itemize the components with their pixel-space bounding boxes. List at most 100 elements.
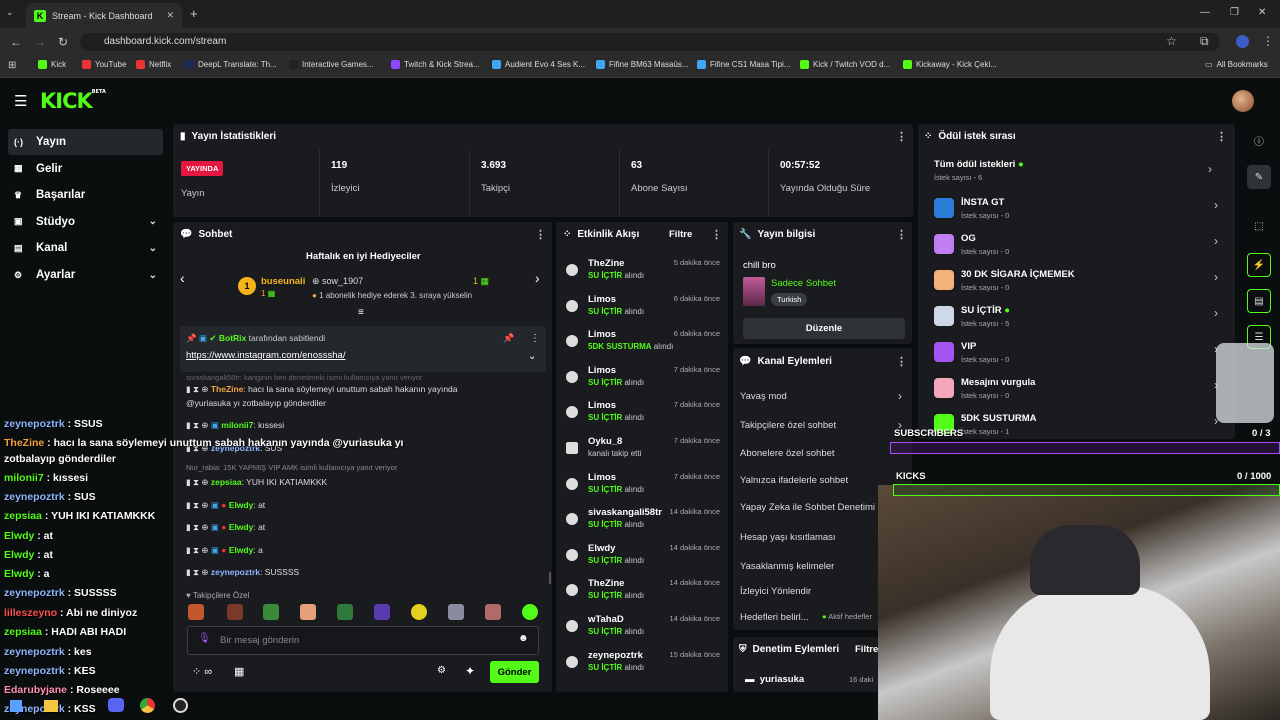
bookmark-item[interactable]: YouTube xyxy=(82,60,126,69)
activity-user[interactable]: sivaskangali58tr xyxy=(588,507,662,518)
bookmark-item[interactable]: Interactive Games... xyxy=(289,60,374,69)
nav-item-0[interactable]: (·) Yayın xyxy=(8,129,163,155)
streaminfo-menu-icon[interactable]: ⋮ xyxy=(896,228,907,241)
reward-request-item[interactable]: 5DK SUSTURMA İstek sayısı - 1 › xyxy=(928,410,1218,444)
restore-icon[interactable]: ❐ xyxy=(1230,7,1239,18)
channel-action-item[interactable]: Hedefleri belirl... xyxy=(740,612,809,623)
window-close-icon[interactable]: ✕ xyxy=(1258,7,1266,18)
back-icon[interactable]: ← xyxy=(10,35,22,49)
bookmark-item[interactable]: Kick xyxy=(38,60,66,69)
channel-action-item[interactable]: Yasaklanmış kelimeler xyxy=(740,561,834,572)
bookmark-item[interactable]: Kick / Twitch VOD d... xyxy=(800,60,890,69)
reload-icon[interactable]: ↻ xyxy=(58,35,68,49)
bookmark-item[interactable]: Fifine BM63 Masaüs... xyxy=(596,60,689,69)
bookmark-star-icon[interactable]: ☆ xyxy=(1166,34,1177,48)
chrome-icon[interactable] xyxy=(140,698,155,713)
rewards-menu-icon[interactable]: ⋮ xyxy=(1216,130,1227,143)
channel-action-item[interactable]: Yavaş mod xyxy=(740,391,787,402)
emote-3[interactable] xyxy=(263,604,279,620)
pinned-link[interactable]: https://www.instagram.com/enosssha/ xyxy=(186,350,345,361)
mod-filter-button[interactable]: Filtre xyxy=(855,644,878,655)
bookmark-item[interactable]: Kickaway - Kick Çeki... xyxy=(903,60,997,69)
reward-request-item[interactable]: 30 DK SİGARA İÇMEMEK İstek sayısı - 0 › xyxy=(928,266,1218,300)
chat-username[interactable]: milonii7 xyxy=(221,420,253,430)
channel-action-item[interactable]: Abonelere özel sohbet xyxy=(740,448,835,459)
chat-menu-icon[interactable]: ⋮ xyxy=(535,228,546,241)
nav-item-1[interactable]: ▦ Gelir xyxy=(8,156,163,182)
bookmark-item[interactable]: DeepL Translate: Th... xyxy=(185,60,277,69)
obs-icon[interactable] xyxy=(173,698,188,713)
chat-username[interactable]: Elwdy xyxy=(229,500,254,510)
channel-action-item[interactable]: Hesap yaşı kısıtlaması xyxy=(740,532,836,543)
emote-9[interactable] xyxy=(485,604,501,620)
activity-user[interactable]: wTahaD xyxy=(588,614,624,625)
emote-2[interactable] xyxy=(227,604,243,620)
chevron-right-icon[interactable]: › xyxy=(1214,198,1218,212)
bookmark-item[interactable]: Fifine CS1 Masa Tipi... xyxy=(697,60,790,69)
channel-action-item[interactable]: Takipçilere özel sohbet xyxy=(740,420,836,431)
chat-username[interactable]: TheZine xyxy=(211,384,244,394)
emote-4[interactable] xyxy=(300,604,316,620)
activity-user[interactable]: Limos xyxy=(588,365,616,376)
explorer-icon[interactable] xyxy=(44,700,58,712)
chevron-right-icon[interactable]: › xyxy=(1214,270,1218,284)
all-requests-arrow-icon[interactable]: › xyxy=(1208,162,1212,176)
pin-icon[interactable]: 📌 xyxy=(503,333,514,344)
activity-user[interactable]: Limos xyxy=(588,329,616,340)
send-button[interactable]: Gönder xyxy=(490,661,539,683)
new-tab-icon[interactable]: + xyxy=(190,6,198,21)
capture-icon[interactable]: ⬚ xyxy=(1247,214,1271,238)
emote-6[interactable] xyxy=(374,604,390,620)
emote-10[interactable] xyxy=(522,604,538,620)
info-icon[interactable]: ⓘ xyxy=(1247,128,1271,152)
flash-icon[interactable]: ⚡ xyxy=(1247,253,1271,277)
channel-actions-menu-icon[interactable]: ⋮ xyxy=(896,355,907,368)
chat-settings-icon[interactable]: ⚙ xyxy=(437,665,446,676)
chevron-down-icon[interactable]: ⌄ xyxy=(149,216,157,227)
channel-points[interactable]: ⁘ ∞ xyxy=(192,665,212,678)
browser-tab[interactable]: K Stream - Kick Dashboard ✕ xyxy=(26,3,182,28)
all-requests-label[interactable]: Tüm ödül istekleri ● xyxy=(934,159,1024,170)
apps-grid-icon[interactable]: ⊞ xyxy=(8,60,16,71)
nav-item-4[interactable]: ▤ Kanal ⌄ xyxy=(8,235,163,261)
activity-filter-button[interactable]: Filtre xyxy=(669,229,692,240)
chat-username[interactable]: zeynepoztrk xyxy=(211,567,260,577)
bookmark-item[interactable]: Audient Evo 4 Ses K... xyxy=(492,60,585,69)
activity-user[interactable]: zeynepoztrk xyxy=(588,650,643,661)
start-icon[interactable] xyxy=(10,700,22,712)
mod-action-user[interactable]: yuriasuka xyxy=(760,674,804,685)
profile-avatar-icon[interactable] xyxy=(1236,35,1249,48)
tab-list-icon[interactable]: ⌄ xyxy=(6,7,14,18)
pencil-icon[interactable]: ✎ xyxy=(1247,165,1271,189)
nav-item-5[interactable]: ⚙ Ayarlar ⌄ xyxy=(8,262,163,288)
gifters-prev-icon[interactable]: ‹ xyxy=(180,270,185,286)
minimize-icon[interactable]: — xyxy=(1200,7,1210,18)
chat-username[interactable]: zepsiaa xyxy=(211,477,242,487)
reward-request-item[interactable]: Mesajını vurgulaİstek sayısı - 0› xyxy=(928,374,1218,408)
channel-action-item[interactable]: Yapay Zeka ile Sohbet Denetimi xyxy=(740,502,875,513)
microphone-icon[interactable]: 🎙 xyxy=(198,633,211,644)
bookmark-item[interactable]: Netflix xyxy=(136,60,171,69)
chat-username[interactable]: Elwdy xyxy=(229,545,254,555)
chevron-right-icon[interactable]: › xyxy=(1214,306,1218,320)
channel-action-item[interactable]: Yalnızca ifadelerle sohbet xyxy=(740,475,848,486)
bookmark-item[interactable]: Twitch & Kick Strea... xyxy=(391,60,480,69)
channel-action-item[interactable]: İzleyici Yönlendir xyxy=(740,586,811,597)
emote-5[interactable] xyxy=(337,604,353,620)
clipboard-icon[interactable]: ▤ xyxy=(1247,289,1271,313)
url-input[interactable]: dashboard.kick.com/stream xyxy=(80,33,1220,51)
discord-icon[interactable] xyxy=(108,698,124,712)
forward-icon[interactable]: → xyxy=(34,35,46,49)
user-avatar[interactable] xyxy=(1232,90,1254,112)
emote-1[interactable] xyxy=(188,604,204,620)
browser-menu-icon[interactable]: ⋮ xyxy=(1262,34,1274,48)
nav-item-2[interactable]: ♛ Başarılar xyxy=(8,182,163,208)
emote-7[interactable] xyxy=(411,604,427,620)
activity-user[interactable]: Oyku_8 xyxy=(588,436,622,447)
reward-request-item[interactable]: OG İstek sayısı - 0 › xyxy=(928,230,1218,264)
reward-request-item[interactable]: SU İÇTİR ● İstek sayısı - 5 › xyxy=(928,302,1218,336)
activity-user[interactable]: Limos xyxy=(588,294,616,305)
kick-shortcut-icon[interactable]: ✦ xyxy=(465,664,475,678)
activity-user[interactable]: TheZine xyxy=(588,578,624,589)
nav-item-3[interactable]: ▣ Stüdyo ⌄ xyxy=(8,209,163,235)
